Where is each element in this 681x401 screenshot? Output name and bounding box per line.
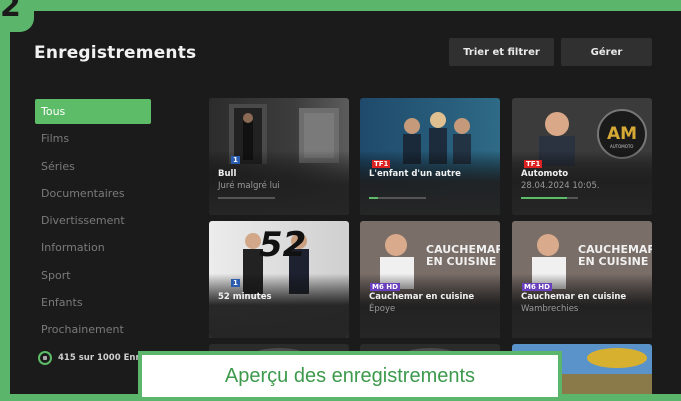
sidebar-item-enfants[interactable]: Enfants: [35, 290, 151, 315]
recording-subtitle: Épo​ye: [369, 304, 396, 314]
manage-button[interactable]: Gérer: [561, 38, 652, 66]
sort-filter-button[interactable]: Trier et filtrer: [449, 38, 554, 66]
channel-logo: M6 HD: [522, 283, 552, 291]
channel-logo: 1: [231, 156, 240, 164]
sidebar-item-documentaires[interactable]: Documentaires: [35, 181, 151, 206]
progress-bar: [521, 197, 578, 199]
caption-text: Aperçu des enregistrements: [224, 365, 476, 387]
recording-card-cauchemar-1[interactable]: CAUCHEMAR EN CUISINE M6 HD Cauchemar en …: [360, 221, 500, 338]
sidebar-item-tous[interactable]: Tous: [35, 99, 151, 124]
recording-title: 52 minutes: [218, 292, 272, 302]
sidebar-item-prochainement[interactable]: Prochainement: [35, 317, 151, 342]
category-sidebar: Tous Films Séries Documentaires Divertis…: [35, 99, 151, 345]
recording-card-bull[interactable]: 1 Bull Juré malgré lui: [209, 98, 349, 215]
channel-logo: 1: [231, 279, 240, 287]
progress-bar: [218, 197, 275, 199]
sidebar-item-divertissement[interactable]: Divertissement: [35, 208, 151, 233]
automoto-logo: AM: [607, 124, 638, 144]
sidebar-item-films[interactable]: Films: [35, 126, 151, 151]
channel-logo: TF1: [372, 160, 391, 168]
cuisine-logo-line2: EN CUISINE: [578, 255, 649, 268]
recording-subtitle: 28.04.2024 10:05.: [521, 181, 600, 191]
app-screen: Enregistrements Trier et filtrer Gérer T…: [10, 11, 681, 394]
channel-logo: TF1: [524, 160, 543, 168]
recording-card-cauchemar-2[interactable]: CAUCHEMAR EN CUISINE M6 HD Cauchemar en …: [512, 221, 652, 338]
recording-title: Bull: [218, 169, 237, 179]
recording-card-automoto[interactable]: AM AUTOMOTO TF1 Automoto 28.04.2024 10:0…: [512, 98, 652, 215]
recording-subtitle: Wambrechies: [521, 304, 579, 314]
page-title: Enregistrements: [34, 43, 197, 63]
recording-title: L'enfant d'un autre: [369, 169, 461, 179]
step-badge: 2: [0, 0, 34, 32]
progress-bar: [369, 197, 426, 199]
channel-logo: M6 HD: [370, 283, 400, 291]
sidebar-item-series[interactable]: Séries: [35, 154, 151, 179]
cauchemar-thumbnail: [360, 221, 500, 338]
recording-card-52-minutes[interactable]: 52 1 52 minutes: [209, 221, 349, 338]
recording-card-enfant[interactable]: TF1 L'enfant d'un autre: [360, 98, 500, 215]
recording-title: Cauchemar en cuisine: [521, 292, 627, 302]
recording-title: Cauchemar en cuisine: [369, 292, 475, 302]
recording-subtitle: Juré malgré lui: [218, 181, 280, 191]
storage-icon: [38, 351, 52, 365]
recording-title: Automoto: [521, 169, 569, 179]
sidebar-item-sport[interactable]: Sport: [35, 263, 151, 288]
sidebar-item-information[interactable]: Information: [35, 235, 151, 260]
cauchemar-thumbnail: [512, 221, 652, 338]
cuisine-logo-line2: EN CUISINE: [426, 255, 497, 268]
52-logo: 52: [259, 225, 307, 265]
automoto-sub: AUTOMOTO: [610, 144, 634, 149]
